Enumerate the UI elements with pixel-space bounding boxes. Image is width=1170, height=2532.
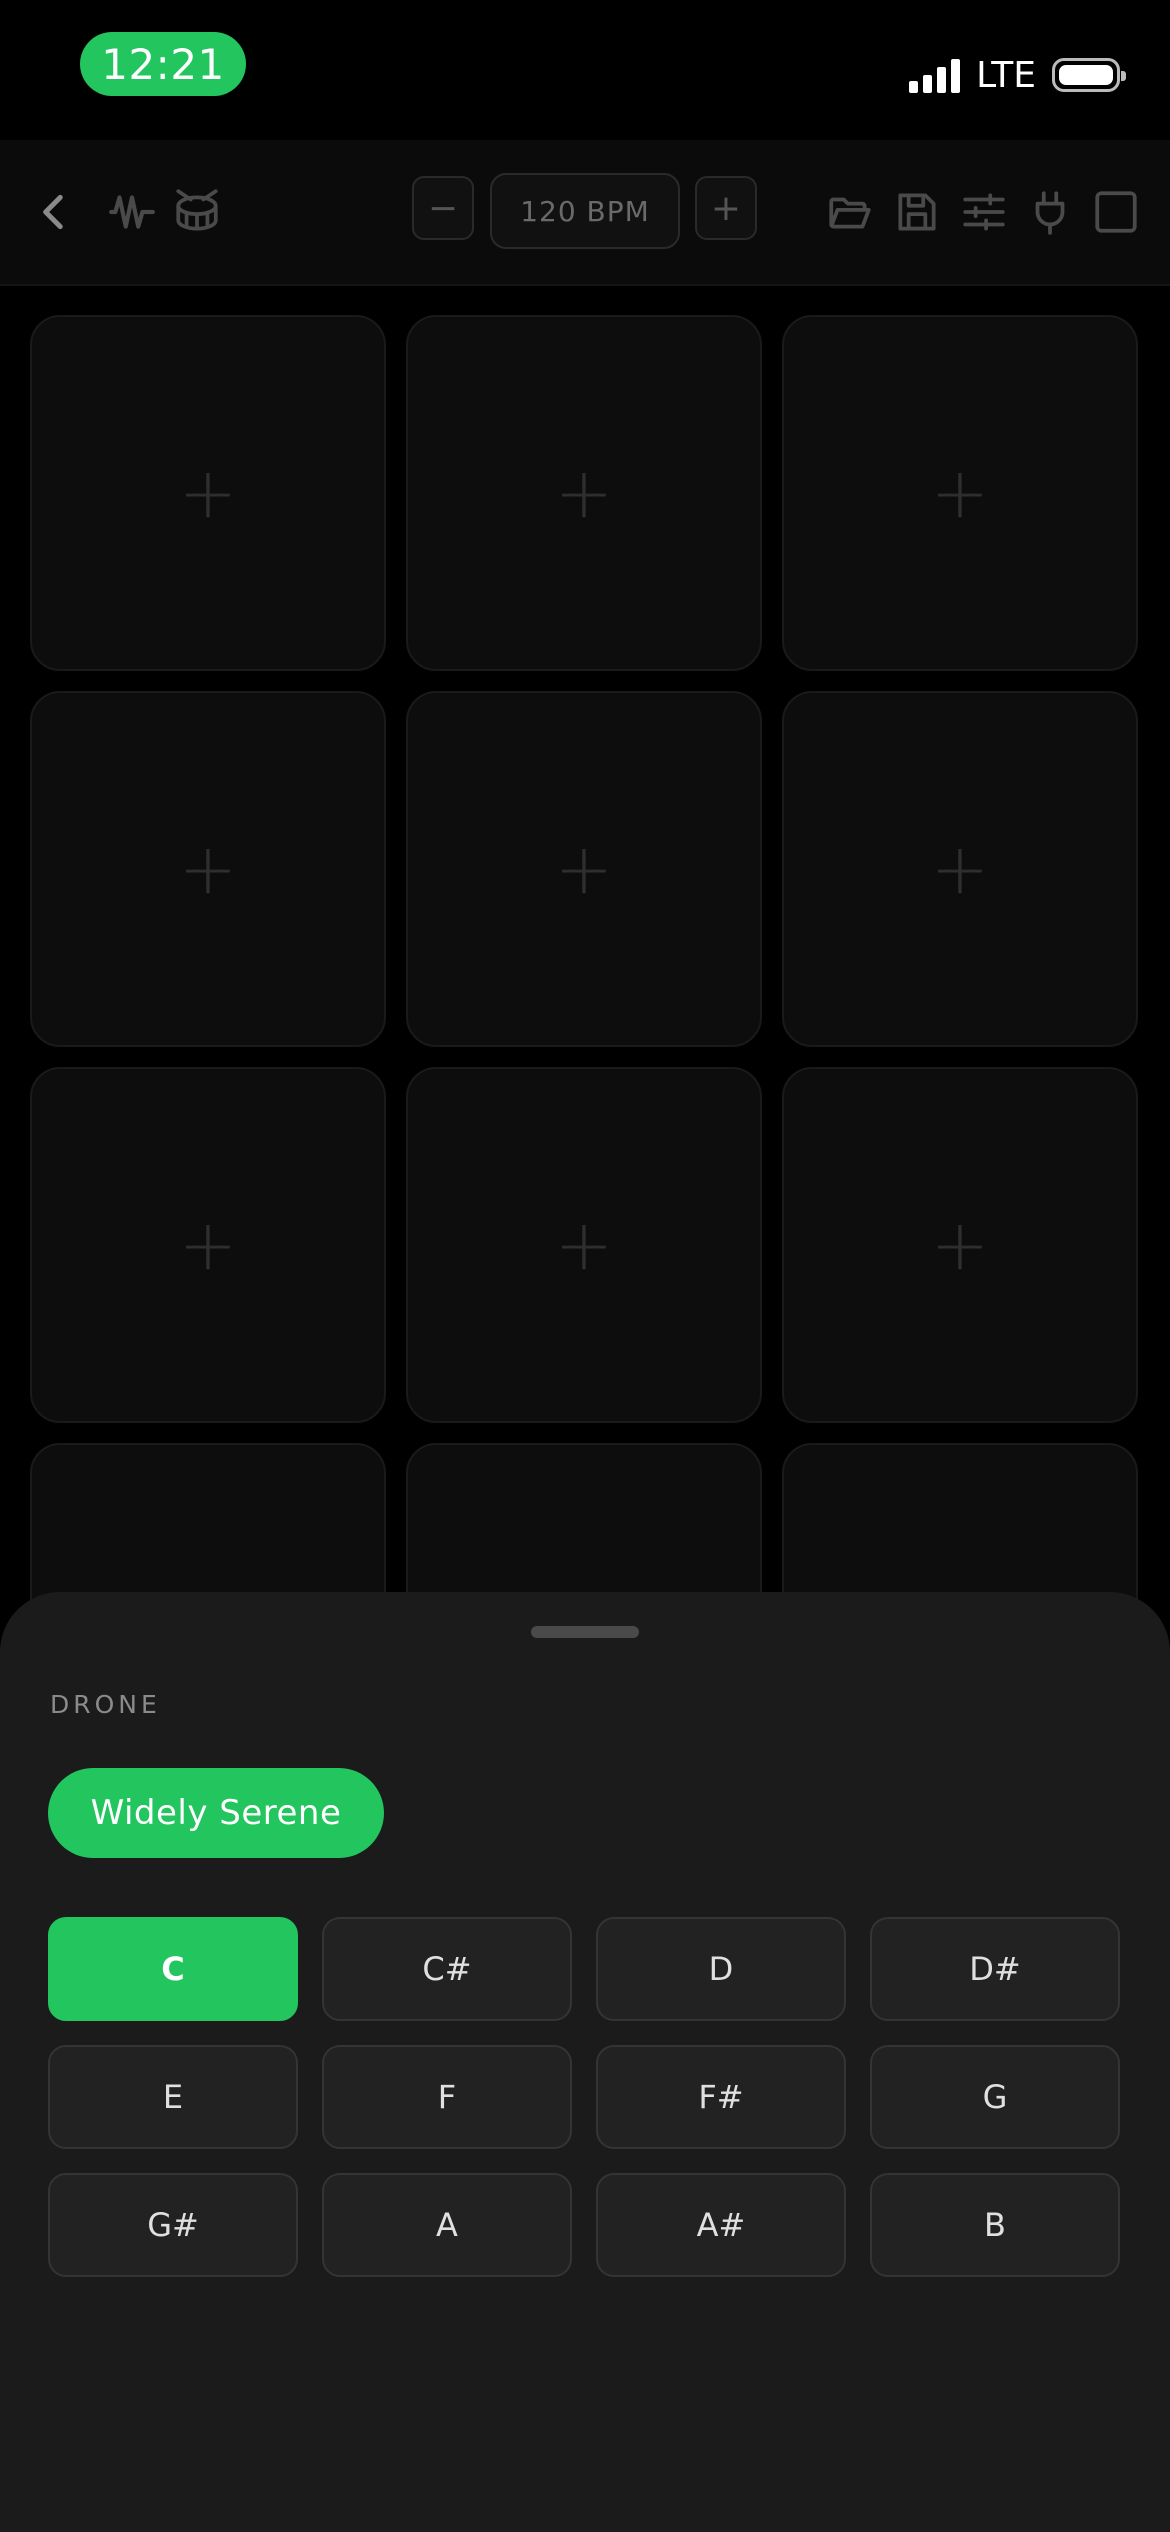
key-button-d-sharp[interactable]: D# [870, 1917, 1120, 2021]
add-icon: + [554, 452, 614, 534]
pad-empty[interactable]: + [406, 1067, 762, 1423]
back-icon[interactable] [22, 180, 86, 244]
key-button-b[interactable]: B [870, 2173, 1120, 2277]
stop-icon[interactable] [1084, 180, 1148, 244]
status-time: 12:21 [80, 32, 246, 96]
sliders-icon[interactable] [952, 180, 1016, 244]
bpm-increment-button[interactable]: + [695, 176, 757, 240]
save-icon[interactable] [885, 180, 949, 244]
section-label: DRONE [50, 1690, 161, 1719]
add-icon: + [178, 1204, 238, 1286]
status-bar: 12:21 LTE [0, 0, 1170, 140]
add-icon: + [178, 452, 238, 534]
network-type: LTE [976, 54, 1036, 96]
status-indicators: LTE [909, 50, 1126, 100]
sheet-drag-handle[interactable] [531, 1626, 639, 1638]
pad-empty[interactable]: + [782, 315, 1138, 671]
pad-empty[interactable]: + [782, 1067, 1138, 1423]
plug-icon[interactable] [1018, 180, 1082, 244]
add-icon: + [178, 828, 238, 910]
pad-empty[interactable]: + [30, 1067, 386, 1423]
key-button-f-sharp[interactable]: F# [596, 2045, 846, 2149]
bpm-display[interactable]: 120 BPM [490, 173, 680, 249]
add-icon: + [930, 452, 990, 534]
cellular-signal-icon [909, 57, 961, 93]
pad-empty[interactable]: + [406, 315, 762, 671]
key-button-c-sharp[interactable]: C# [322, 1917, 572, 2021]
toolbar: − 120 BPM + [0, 140, 1170, 286]
key-button-a[interactable]: A [322, 2173, 572, 2277]
battery-icon [1052, 58, 1126, 92]
key-button-f[interactable]: F [322, 2045, 572, 2149]
add-icon: + [930, 1204, 990, 1286]
key-button-e[interactable]: E [48, 2045, 298, 2149]
pad-empty[interactable]: + [782, 691, 1138, 1047]
folder-open-icon[interactable] [818, 180, 882, 244]
add-icon: + [554, 1204, 614, 1286]
key-button-a-sharp[interactable]: A# [596, 2173, 846, 2277]
pad-empty[interactable]: + [406, 691, 762, 1047]
key-button-g[interactable]: G [870, 2045, 1120, 2149]
pad-empty[interactable]: + [30, 691, 386, 1047]
add-icon: + [930, 828, 990, 910]
key-button-g-sharp[interactable]: G# [48, 2173, 298, 2277]
drum-icon[interactable] [165, 180, 229, 244]
key-button-c[interactable]: C [48, 1917, 298, 2021]
key-button-d[interactable]: D [596, 1917, 846, 2021]
drone-bottom-sheet: DRONE Widely Serene C C# D D# E F F# G G… [0, 1592, 1170, 2532]
bpm-decrement-button[interactable]: − [412, 176, 474, 240]
drone-preset-button[interactable]: Widely Serene [48, 1768, 384, 1858]
waveform-icon[interactable] [100, 180, 164, 244]
add-icon: + [554, 828, 614, 910]
pad-empty[interactable]: + [30, 315, 386, 671]
